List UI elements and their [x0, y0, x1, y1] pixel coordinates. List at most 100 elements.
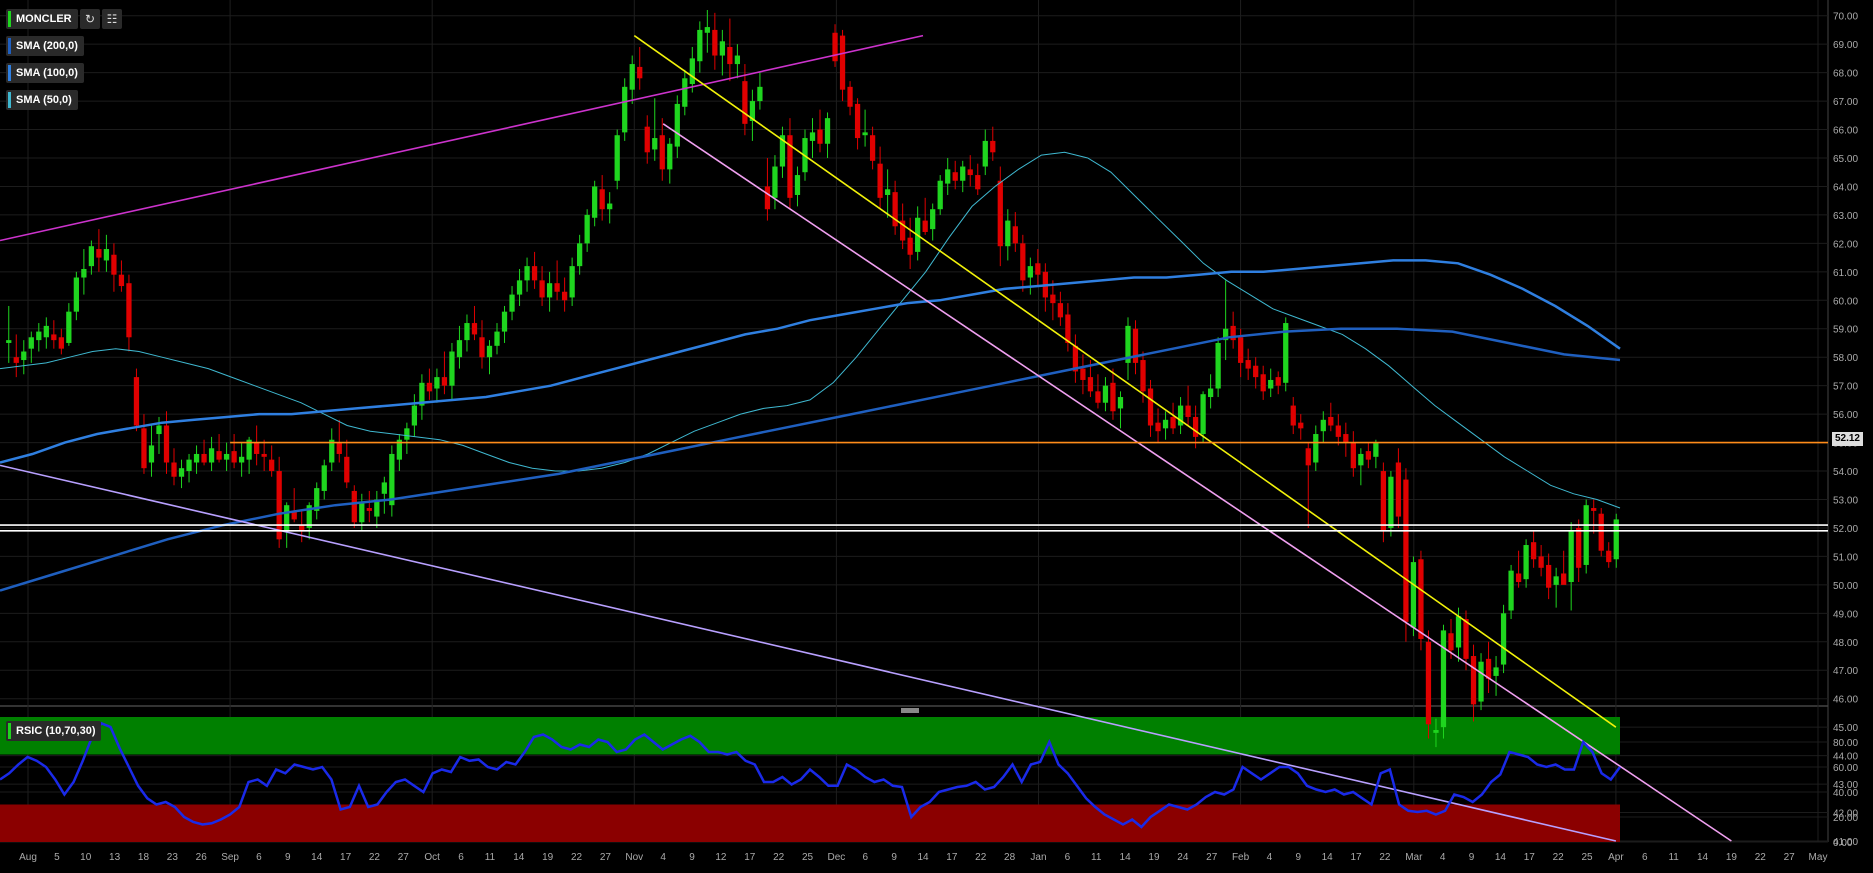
y-tick-label: 69.00	[1833, 40, 1858, 51]
candle-body	[66, 311, 72, 343]
x-tick-label: 25	[1581, 852, 1593, 863]
candle-body	[381, 482, 387, 494]
candle-body	[1253, 365, 1259, 378]
chart-canvas[interactable]: 70.00 69.00 68.00 67.00 66.00 65.00 64.00 63.00…	[0, 0, 1873, 873]
rsi-overbought-band	[0, 717, 1620, 755]
candle-body	[922, 220, 928, 232]
candle-body	[682, 78, 688, 107]
rsi-y-tick-label: 60.00	[1833, 763, 1858, 774]
x-tick-label: 24	[1177, 852, 1189, 863]
candle-body	[88, 246, 95, 267]
candle-body	[854, 103, 861, 139]
candle-body	[952, 172, 958, 181]
candle-body	[1320, 419, 1326, 432]
candle-body	[208, 448, 215, 463]
candle-body	[546, 283, 553, 298]
x-tick-label: 22	[369, 852, 381, 863]
candle-body	[824, 118, 831, 144]
x-tick-label: Feb	[1232, 852, 1250, 863]
candle-body	[524, 266, 530, 281]
y-tick-label: 53.00	[1833, 495, 1858, 506]
candle-body	[51, 334, 57, 341]
candle-body	[1095, 391, 1101, 403]
refresh-icon[interactable]: ↻	[80, 9, 100, 29]
candle-body	[659, 135, 665, 170]
candle-body	[81, 268, 87, 278]
candle-body	[652, 138, 658, 150]
candle-body	[937, 180, 943, 210]
candle-body	[441, 377, 448, 386]
candle-body	[21, 351, 27, 361]
candle-body	[321, 465, 327, 491]
candle-body	[1425, 641, 1432, 725]
candle-body	[336, 442, 342, 454]
candle-body	[1215, 342, 1221, 389]
x-tick-label: 27	[1206, 852, 1218, 863]
x-tick-label: 9	[285, 852, 291, 863]
candle-body	[990, 140, 996, 153]
y-tick-label: 56.00	[1833, 410, 1858, 421]
candle-body	[36, 331, 42, 341]
candle-body	[1313, 434, 1319, 463]
candle-body	[1057, 303, 1064, 318]
legend-sma-100[interactable]: SMA (100,0)	[6, 63, 84, 83]
rsi-y-tick-label: 0.00	[1833, 838, 1853, 849]
candle-body	[561, 291, 568, 301]
x-tick-label: 5	[54, 852, 60, 863]
x-tick-label: Apr	[1608, 852, 1624, 863]
x-tick-label: 11	[485, 852, 496, 863]
candle-body	[689, 58, 695, 84]
candle-body	[43, 325, 49, 338]
candle-body	[734, 55, 741, 65]
candle-body	[531, 266, 538, 281]
symbol-label[interactable]: MONCLER	[6, 9, 78, 29]
candle-body	[817, 129, 823, 144]
symbol-text: MONCLER	[16, 13, 72, 25]
candle-body	[1515, 573, 1522, 583]
x-tick-label: 4	[1440, 852, 1446, 863]
candle-body	[1546, 564, 1552, 588]
candle-body	[674, 103, 680, 147]
candle-body	[1275, 377, 1281, 386]
candle-body	[344, 456, 350, 483]
x-tick-label: 6	[1642, 852, 1648, 863]
rsi-panel-label[interactable]: RSIC (10,70,30)	[6, 721, 102, 741]
candle-body	[284, 505, 290, 531]
candle-body	[862, 132, 868, 136]
candle-body	[1020, 243, 1026, 281]
x-tick-label: 22	[1379, 852, 1391, 863]
sma-100-label: SMA (100,0)	[16, 67, 78, 79]
candle-body	[975, 175, 981, 190]
candle-body	[1358, 453, 1364, 466]
candle-body	[1365, 451, 1371, 460]
x-tick-label: 22	[571, 852, 583, 863]
candle-body	[1591, 508, 1597, 511]
legend-sma-200[interactable]: SMA (200,0)	[6, 36, 84, 56]
legend-sma-50[interactable]: SMA (50,0)	[6, 90, 78, 110]
candle-body	[1027, 266, 1033, 278]
x-tick-label: 17	[946, 852, 958, 863]
x-tick-label: 22	[1755, 852, 1767, 863]
candle-body	[389, 453, 395, 506]
candle-body	[509, 294, 515, 312]
y-tick-label: 64.00	[1833, 182, 1858, 193]
candle-body	[584, 214, 590, 244]
candle-body	[1538, 556, 1544, 568]
candle-body	[238, 456, 245, 463]
candle-body	[156, 425, 162, 435]
y-tick-label: 48.00	[1833, 638, 1858, 649]
candle-body	[569, 266, 575, 298]
y-tick-label: 62.00	[1833, 239, 1858, 250]
candle-body	[697, 29, 703, 62]
candle-body	[1478, 661, 1484, 702]
candle-body	[111, 254, 117, 275]
x-tick-label: Aug	[19, 852, 37, 863]
candle-body	[269, 459, 275, 472]
y-tick-label: 54.00	[1833, 467, 1858, 478]
candle-body	[223, 453, 230, 460]
candle-body	[644, 126, 650, 153]
candle-body	[1147, 388, 1154, 426]
y-tick-label: 47.00	[1833, 666, 1858, 677]
chart-settings-icon[interactable]: ☷	[102, 9, 122, 29]
candle-body	[28, 337, 34, 349]
